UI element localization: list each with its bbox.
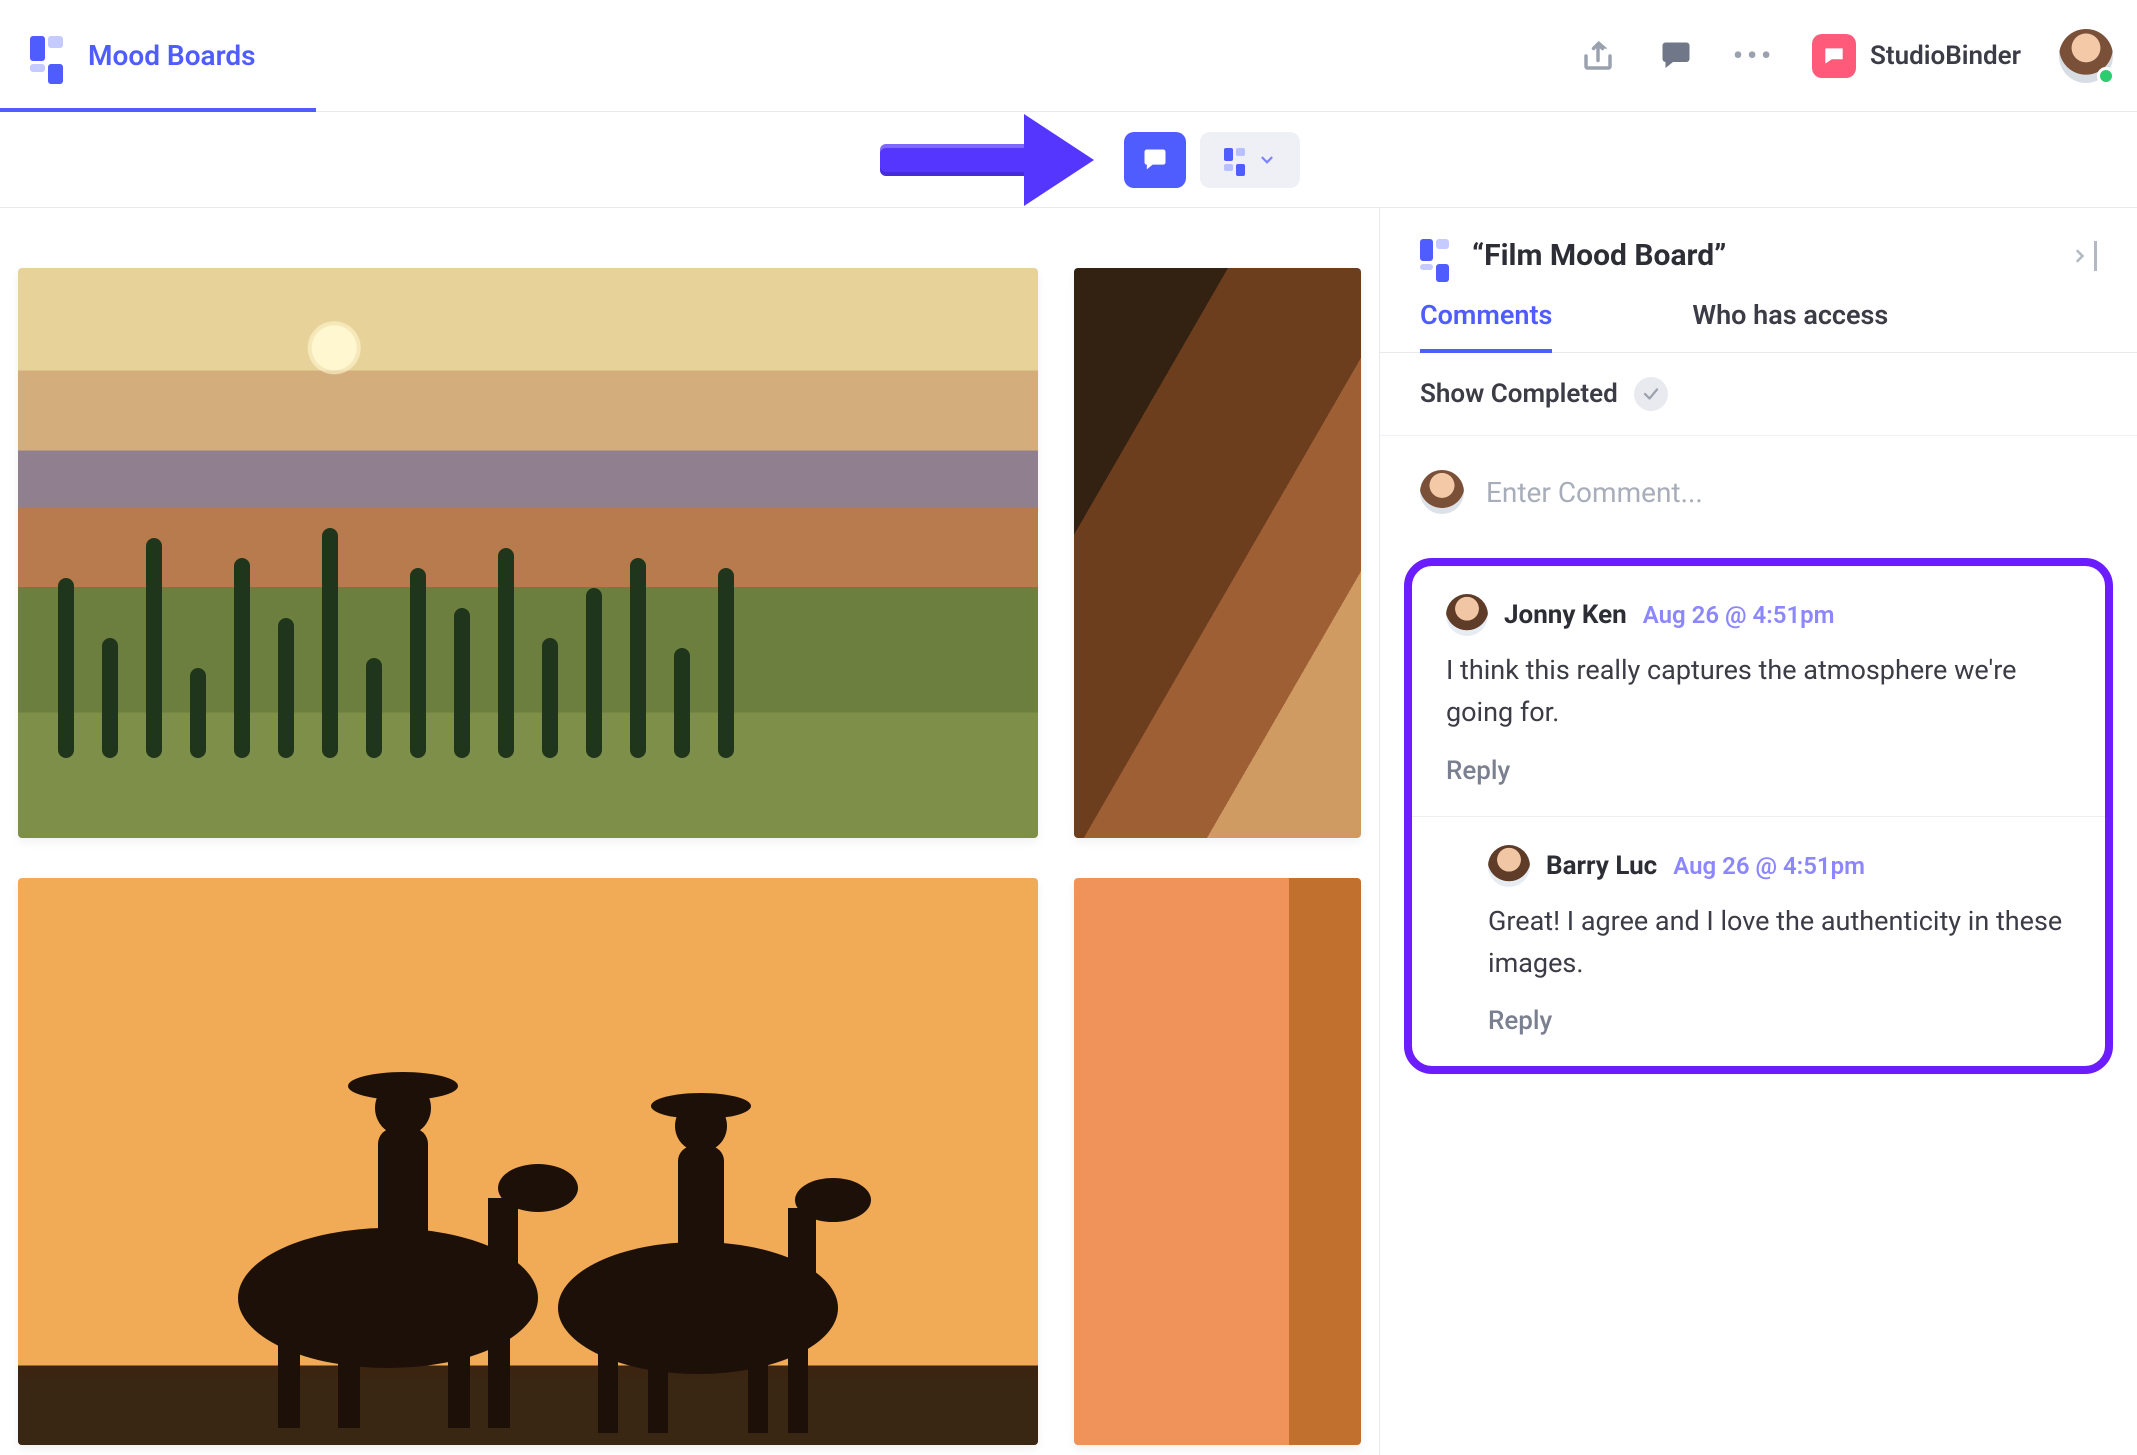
mood-board-gallery: [0, 208, 1379, 1455]
reply-button[interactable]: Reply: [1488, 1006, 2071, 1036]
show-completed-label: Show Completed: [1420, 379, 1618, 409]
more-menu-icon[interactable]: •••: [1734, 36, 1774, 76]
comment-author-name: Jonny Ken: [1504, 600, 1627, 630]
side-panel-tabs: Comments Who has access: [1380, 273, 2137, 353]
annotation-arrow: [880, 114, 1094, 206]
view-comments-button[interactable]: [1124, 132, 1186, 188]
view-switch-group: [1124, 132, 1300, 188]
tab-comments[interactable]: Comments: [1420, 299, 1552, 353]
layout-icon: [1224, 148, 1248, 172]
active-tab-underline: [0, 108, 316, 112]
comment-body: Great! I agree and I love the authentici…: [1488, 901, 2071, 985]
brand-chip-icon: [1812, 34, 1856, 78]
reply-button[interactable]: Reply: [1446, 756, 2071, 786]
comment-author-avatar: [1446, 594, 1488, 636]
comment-body: I think this really captures the atmosph…: [1446, 650, 2071, 734]
comment-item: Barry Luc Aug 26 @ 4:51pm Great! I agree…: [1412, 816, 2105, 1067]
comments-panel-icon[interactable]: [1656, 36, 1696, 76]
top-bar-right: ••• StudioBinder: [1578, 29, 2113, 83]
top-bar: Mood Boards ••• StudioBinder: [0, 0, 2137, 112]
comment-input[interactable]: [1486, 476, 2097, 509]
comment-author-avatar: [1488, 845, 1530, 887]
share-icon[interactable]: [1578, 36, 1618, 76]
collapse-panel-button[interactable]: [2070, 241, 2097, 271]
mood-image-4[interactable]: [1074, 878, 1361, 1445]
presence-indicator: [2097, 67, 2115, 85]
mood-boards-icon: [30, 36, 70, 76]
side-panel-title: “Film Mood Board”: [1472, 238, 1726, 273]
side-panel: “Film Mood Board” Comments Who has acces…: [1379, 208, 2137, 1455]
top-bar-left: Mood Boards: [30, 0, 256, 111]
tab-access[interactable]: Who has access: [1692, 299, 1888, 352]
view-layout-button[interactable]: [1200, 132, 1300, 188]
comment-author-name: Barry Luc: [1546, 851, 1657, 881]
main-area: “Film Mood Board” Comments Who has acces…: [0, 208, 2137, 1455]
mood-image-3[interactable]: [18, 878, 1038, 1445]
chevron-down-icon: [1258, 151, 1276, 169]
show-completed-toggle[interactable]: Show Completed: [1380, 353, 2137, 436]
chevron-right-icon: [2070, 241, 2090, 271]
side-panel-header: “Film Mood Board”: [1380, 208, 2137, 273]
comments-highlight-box: Jonny Ken Aug 26 @ 4:51pm I think this r…: [1404, 558, 2113, 1074]
side-panel-board-icon: [1420, 239, 1454, 273]
user-avatar[interactable]: [2059, 29, 2113, 83]
comment-time: Aug 26 @ 4:51pm: [1673, 852, 1865, 880]
comment-input-row: [1380, 436, 2137, 548]
check-icon: [1634, 377, 1668, 411]
brand-chip[interactable]: StudioBinder: [1812, 34, 2021, 78]
secondary-bar: [0, 112, 2137, 208]
mood-image-2[interactable]: [1074, 268, 1361, 838]
brand-chip-label: StudioBinder: [1870, 41, 2021, 71]
current-user-avatar: [1420, 470, 1464, 514]
comment-item: Jonny Ken Aug 26 @ 4:51pm I think this r…: [1412, 566, 2105, 816]
page-title-link[interactable]: Mood Boards: [88, 39, 256, 72]
comment-time: Aug 26 @ 4:51pm: [1643, 601, 1835, 629]
mood-image-1[interactable]: [18, 268, 1038, 838]
